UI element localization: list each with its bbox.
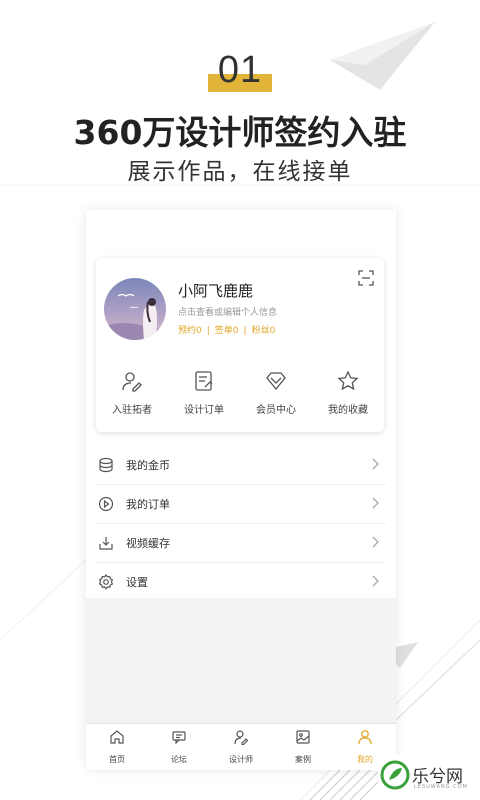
tab-label: 案例	[295, 755, 311, 764]
document-edit-icon	[195, 371, 213, 391]
coins-icon	[99, 457, 113, 473]
tab-cases[interactable]: 案例	[272, 724, 334, 770]
tab-label: 我的	[357, 755, 373, 764]
stat-divider: |	[243, 326, 247, 336]
tab-home[interactable]: 首页	[86, 724, 148, 770]
bottom-tab-bar: 首页 论坛 设计师 案例 我的	[86, 723, 396, 770]
home-icon	[110, 730, 124, 744]
profile-section: 小阿飞鹿鹿 点击查看或编辑个人信息 预约0 | 签单0 | 粉丝0 入驻拓者 设…	[86, 210, 396, 598]
tab-label: 首页	[109, 755, 125, 764]
tab-designer[interactable]: 设计师	[210, 724, 272, 770]
stat-appointments[interactable]: 预约0	[178, 326, 202, 336]
menu-item-settings[interactable]: 设置	[96, 563, 386, 601]
menu-item-coins[interactable]: 我的金币	[96, 446, 386, 485]
quick-action-favorites[interactable]: 我的收藏	[312, 370, 384, 420]
avatar[interactable]	[104, 278, 166, 340]
quick-action-join[interactable]: 入驻拓者	[96, 370, 168, 420]
star-icon	[337, 370, 359, 391]
gallery-icon	[296, 730, 310, 744]
menu-item-label: 视频缓存	[126, 537, 170, 550]
chevron-right-icon	[372, 575, 379, 587]
user-name[interactable]: 小阿飞鹿鹿	[178, 280, 253, 301]
chevron-right-icon	[372, 497, 379, 509]
quick-action-design-orders[interactable]: 设计订单	[168, 370, 240, 420]
watermark-logo	[380, 760, 410, 790]
play-circle-icon	[98, 496, 114, 512]
menu-item-orders[interactable]: 我的订单	[96, 485, 386, 524]
promo-title: 360万设计师签约入驻	[73, 113, 407, 152]
quick-action-label: 我的收藏	[328, 405, 368, 416]
tab-label: 论坛	[171, 755, 187, 764]
menu-item-video-cache[interactable]: 视频缓存	[96, 524, 386, 563]
watermark-url: LESUWANG.COM	[414, 784, 468, 790]
quick-actions: 入驻拓者 设计订单 会员中心 我的收藏	[96, 370, 384, 420]
quick-action-label: 入驻拓者	[112, 405, 152, 416]
chat-icon	[172, 731, 186, 745]
profile-stats: 预约0 | 签单0 | 粉丝0	[178, 323, 275, 336]
download-icon	[99, 537, 113, 550]
diamond-icon	[266, 372, 286, 391]
phone-screen: 小阿飞鹿鹿 点击查看或编辑个人信息 预约0 | 签单0 | 粉丝0 入驻拓者 设…	[86, 210, 396, 770]
tab-label: 设计师	[229, 755, 253, 764]
scan-icon[interactable]	[358, 270, 374, 286]
designer-icon	[234, 730, 249, 745]
tab-forum[interactable]: 论坛	[148, 724, 210, 770]
stat-contracts[interactable]: 签单0	[215, 326, 239, 336]
chevron-right-icon	[372, 536, 379, 548]
settings-menu: 我的金币 我的订单 视频缓存 设置	[86, 446, 396, 601]
stat-fans[interactable]: 粉丝0	[252, 326, 276, 336]
person-icon	[358, 730, 372, 745]
edit-profile-hint[interactable]: 点击查看或编辑个人信息	[178, 305, 277, 318]
user-edit-icon	[122, 372, 142, 392]
gear-icon	[98, 574, 114, 590]
menu-item-label: 设置	[126, 576, 148, 589]
promo-number: 01	[0, 50, 480, 96]
menu-item-label: 我的订单	[126, 498, 170, 511]
profile-card[interactable]: 小阿飞鹿鹿 点击查看或编辑个人信息 预约0 | 签单0 | 粉丝0 入驻拓者 设…	[96, 258, 384, 432]
promo-subtitle: 展示作品，在线接单	[127, 159, 353, 185]
promo-number-text: 01	[217, 49, 263, 91]
watermark: 乐兮网 LESUWANG.COM	[378, 754, 474, 796]
quick-action-membership[interactable]: 会员中心	[240, 370, 312, 420]
quick-action-label: 会员中心	[256, 405, 296, 416]
stat-divider: |	[206, 326, 210, 336]
quick-action-label: 设计订单	[184, 405, 224, 416]
menu-item-label: 我的金币	[126, 459, 170, 472]
chevron-right-icon	[372, 458, 379, 470]
